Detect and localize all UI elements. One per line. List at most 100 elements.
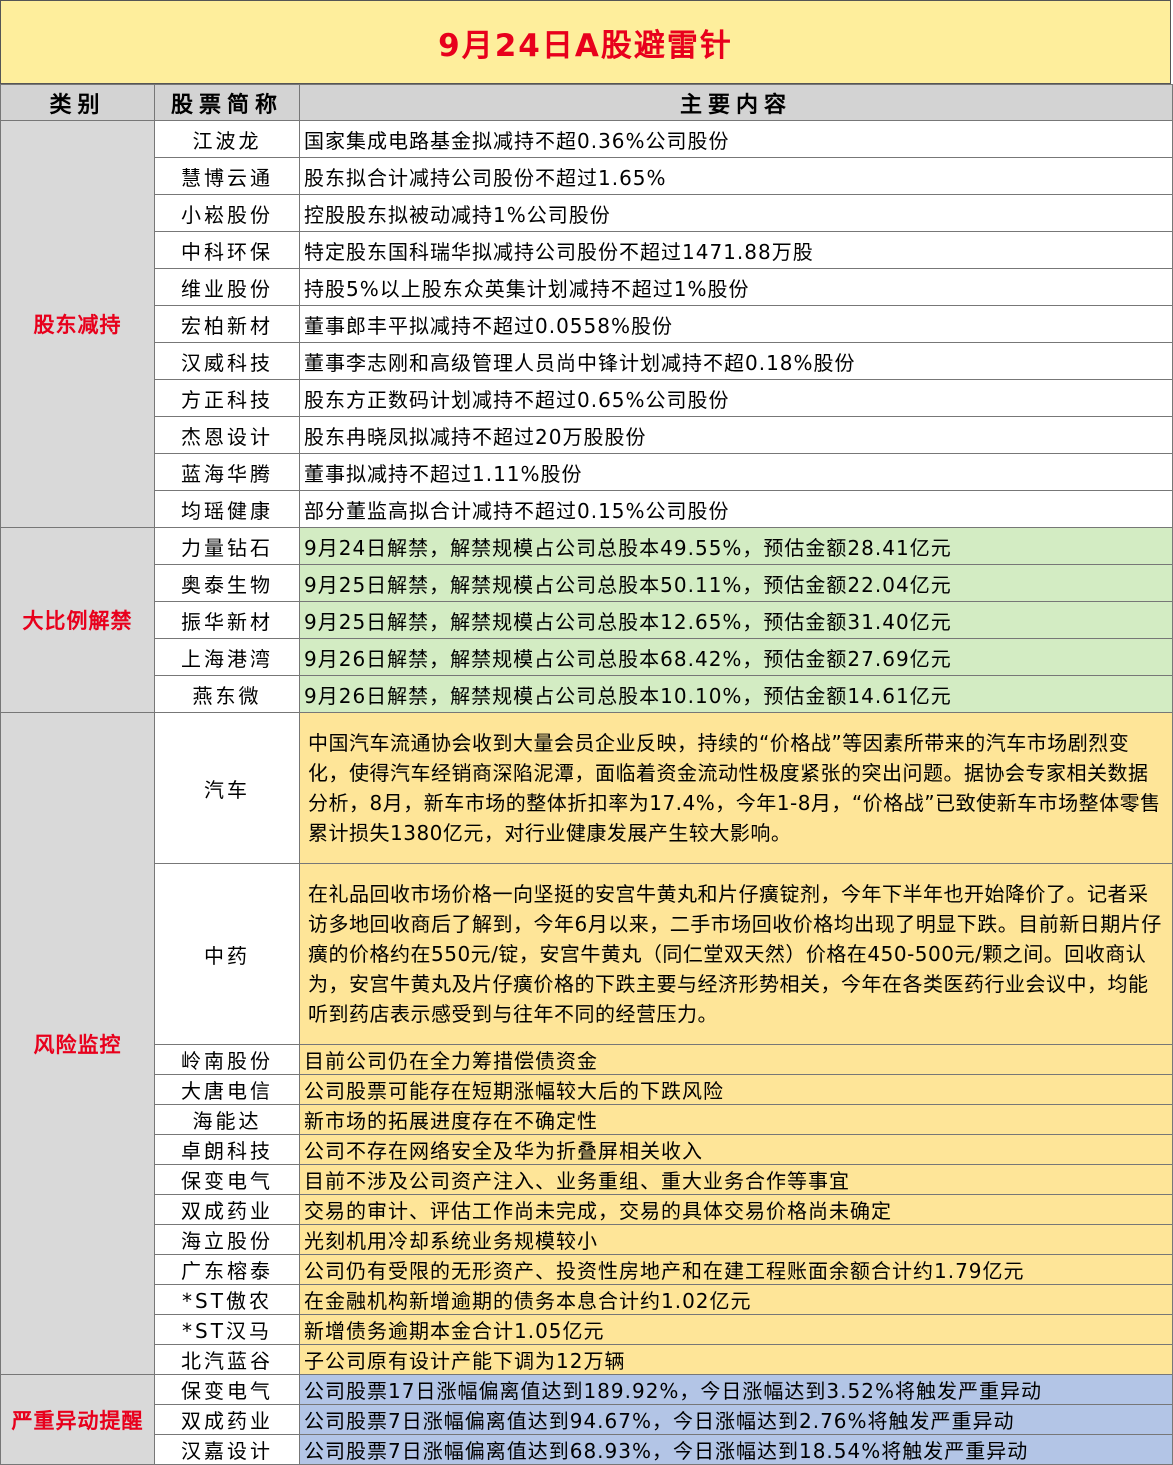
row-content: 在金融机构新增逾期的债务本息合计约1.02亿元 [299,1284,1173,1315]
stock-name: 上海港湾 [154,638,300,676]
table-row: 小崧股份 控股股东拟被动减持1%公司股份 [1,194,1173,232]
row-content: 公司仍有受限的无形资产、投资性房地产和在建工程账面余额合计约1.79亿元 [299,1254,1173,1285]
stock-name: 保变电气 [154,1374,300,1405]
row-content: 公司股票7日涨幅偏离值达到94.67%，今日涨幅达到2.76%将触发严重异动 [299,1404,1173,1435]
row-content: 光刻机用冷却系统业务规模较小 [299,1224,1173,1255]
table-row: 保变电气 目前不涉及公司资产注入、业务重组、重大业务合作等事宜 [1,1164,1173,1195]
table-row: 杰恩设计 股东冉晓凤拟减持不超过20万股股份 [1,416,1173,454]
table-row: 大比例解禁 力量钻石 9月24日解禁，解禁规模占公司总股本49.55%，预估金额… [0,527,1173,713]
table-header-row: 类别 股票简称 主要内容 [0,84,1173,121]
row-content: 子公司原有设计产能下调为12万辆 [299,1344,1173,1375]
row-content: 9月26日解禁，解禁规模占公司总股本10.10%，预估金额14.61亿元 [299,675,1173,713]
stock-name: 方正科技 [154,379,300,417]
table-row: *ST汉马 新增债务逾期本金合计1.05亿元 [1,1314,1173,1345]
row-content: 交易的审计、评估工作尚未完成，交易的具体交易价格尚未确定 [299,1194,1173,1225]
stock-name: 振华新材 [154,601,300,639]
stock-name: 北汽蓝谷 [154,1344,300,1375]
stock-name: 慧博云通 [154,157,300,195]
stock-name: 奥泰生物 [154,564,300,602]
row-content: 董事郎丰平拟减持不超过0.0558%股份 [299,305,1173,343]
page-title: 9月24日A股避雷针 [0,0,1171,84]
table-row: 大唐电信 公司股票可能存在短期涨幅较大后的下跌风险 [1,1074,1173,1105]
stock-name: 双成药业 [154,1194,300,1225]
row-content: 董事李志刚和高级管理人员尚中锋计划减持不超0.18%股份 [299,342,1173,380]
table-row: 中药 在礼品回收市场价格一向坚挺的安宫牛黄丸和片仔癀锭剂，今年下半年也开始降价了… [1,863,1173,1045]
row-content: 目前不涉及公司资产注入、业务重组、重大业务合作等事宜 [299,1164,1173,1195]
stock-alert-table: 类别 股票简称 主要内容 股东减持 江波龙 国家集成电路基金拟减持不超0.36%… [0,84,1173,1465]
row-content: 新市场的拓展进度存在不确定性 [299,1104,1173,1135]
stock-name: 海能达 [154,1104,300,1135]
table-row: 方正科技 股东方正数码计划减持不超过0.65%公司股份 [1,379,1173,417]
row-content: 部分董监高拟合计减持不超过0.15%公司股份 [299,490,1173,528]
stock-name: *ST傲农 [154,1284,300,1315]
row-content: 公司不存在网络安全及华为折叠屏相关收入 [299,1134,1173,1165]
stock-name: 均瑶健康 [154,490,300,528]
table-row: 股东减持 江波龙 国家集成电路基金拟减持不超0.36%公司股份 [0,120,1173,528]
stock-name: 汉嘉设计 [154,1434,300,1465]
table-row: 汉嘉设计 公司股票7日涨幅偏离值达到68.93%，今日涨幅达到18.54%将触发严… [1,1434,1173,1465]
header-content: 主要内容 [299,84,1173,121]
row-content: 在礼品回收市场价格一向坚挺的安宫牛黄丸和片仔癀锭剂，今年下半年也开始降价了。记者… [299,863,1173,1045]
stock-name: 汽车 [154,712,300,864]
category-risk-monitor: 风险监控 [0,712,155,1375]
table-row: 维业股份 持股5%以上股东众英集计划减持不超过1%股份 [1,268,1173,306]
row-content: 9月24日解禁，解禁规模占公司总股本49.55%，预估金额28.41亿元 [299,527,1173,565]
table-row: 汉威科技 董事李志刚和高级管理人员尚中锋计划减持不超0.18%股份 [1,342,1173,380]
row-content: 公司股票7日涨幅偏离值达到68.93%，今日涨幅达到18.54%将触发严重异动 [299,1434,1173,1465]
table-row: 严重异动提醒 保变电气 公司股票17日涨幅偏离值达到189.92%，今日涨幅达到… [0,1374,1173,1465]
table-row: 中科环保 特定股东国科瑞华拟减持公司股份不超过1471.88万股 [1,231,1173,269]
row-content: 公司股票可能存在短期涨幅较大后的下跌风险 [299,1074,1173,1105]
table-row: 海立股份 光刻机用冷却系统业务规模较小 [1,1224,1173,1255]
stock-name: 杰恩设计 [154,416,300,454]
table-row: 岭南股份 目前公司仍在全力筹措偿债资金 [1,1044,1173,1075]
table-row: 宏柏新材 董事郎丰平拟减持不超过0.0558%股份 [1,305,1173,343]
row-content: 目前公司仍在全力筹措偿债资金 [299,1044,1173,1075]
category-large-unlock: 大比例解禁 [0,527,155,713]
table-row: 燕东微 9月26日解禁，解禁规模占公司总股本10.10%，预估金额14.61亿元 [1,675,1173,713]
row-content: 公司股票17日涨幅偏离值达到189.92%，今日涨幅达到3.52%将触发严重异动 [299,1374,1173,1405]
stock-name: 燕东微 [154,675,300,713]
stock-name: 汉威科技 [154,342,300,380]
stock-name: 保变电气 [154,1164,300,1195]
table-row: 奥泰生物 9月25日解禁，解禁规模占公司总股本50.11%，预估金额22.04亿元 [1,564,1173,602]
table-row: 北汽蓝谷 子公司原有设计产能下调为12万辆 [1,1344,1173,1375]
table-row: 双成药业 交易的审计、评估工作尚未完成，交易的具体交易价格尚未确定 [1,1194,1173,1225]
category-shareholder-reduction: 股东减持 [0,120,155,528]
row-content: 9月25日解禁，解禁规模占公司总股本12.65%，预估金额31.40亿元 [299,601,1173,639]
row-content: 股东方正数码计划减持不超过0.65%公司股份 [299,379,1173,417]
table-row: 海能达 新市场的拓展进度存在不确定性 [1,1104,1173,1135]
stock-name: 大唐电信 [154,1074,300,1105]
table-row: 均瑶健康 部分董监高拟合计减持不超过0.15%公司股份 [1,490,1173,528]
table-row: 上海港湾 9月26日解禁，解禁规模占公司总股本68.42%，预估金额27.69亿元 [1,638,1173,676]
stock-name: 小崧股份 [154,194,300,232]
table-row: 双成药业 公司股票7日涨幅偏离值达到94.67%，今日涨幅达到2.76%将触发严重… [1,1404,1173,1435]
stock-name: 广东榕泰 [154,1254,300,1285]
row-content: 控股股东拟被动减持1%公司股份 [299,194,1173,232]
stock-name: 中药 [154,863,300,1045]
row-content: 中国汽车流通协会收到大量会员企业反映，持续的“价格战”等因素所带来的汽车市场剧烈… [299,712,1173,864]
row-content: 国家集成电路基金拟减持不超0.36%公司股份 [299,120,1173,158]
table-row: 卓朗科技 公司不存在网络安全及华为折叠屏相关收入 [1,1134,1173,1165]
stock-name: 岭南股份 [154,1044,300,1075]
table-row: 蓝海华腾 董事拟减持不超过1.11%股份 [1,453,1173,491]
table-row: 广东榕泰 公司仍有受限的无形资产、投资性房地产和在建工程账面余额合计约1.79亿元 [1,1254,1173,1285]
table-row: 振华新材 9月25日解禁，解禁规模占公司总股本12.65%，预估金额31.40亿元 [1,601,1173,639]
header-category: 类别 [0,84,155,121]
stock-name: 江波龙 [154,120,300,158]
row-content: 9月25日解禁，解禁规模占公司总股本50.11%，预估金额22.04亿元 [299,564,1173,602]
stock-name: 蓝海华腾 [154,453,300,491]
row-content: 董事拟减持不超过1.11%股份 [299,453,1173,491]
row-content: 股东冉晓凤拟减持不超过20万股股份 [299,416,1173,454]
stock-name: 宏柏新材 [154,305,300,343]
row-content: 新增债务逾期本金合计1.05亿元 [299,1314,1173,1345]
row-content: 股东拟合计减持公司股份不超过1.65% [299,157,1173,195]
table-row: 风险监控 汽车 中国汽车流通协会收到大量会员企业反映，持续的“价格战”等因素所带… [0,712,1173,1375]
stock-name: 海立股份 [154,1224,300,1255]
row-content: 特定股东国科瑞华拟减持公司股份不超过1471.88万股 [299,231,1173,269]
category-abnormal-alert: 严重异动提醒 [0,1374,155,1465]
row-content: 9月26日解禁，解禁规模占公司总股本68.42%，预估金额27.69亿元 [299,638,1173,676]
stock-name: 力量钻石 [154,527,300,565]
stock-name: 维业股份 [154,268,300,306]
row-content: 持股5%以上股东众英集计划减持不超过1%股份 [299,268,1173,306]
stock-name: 中科环保 [154,231,300,269]
